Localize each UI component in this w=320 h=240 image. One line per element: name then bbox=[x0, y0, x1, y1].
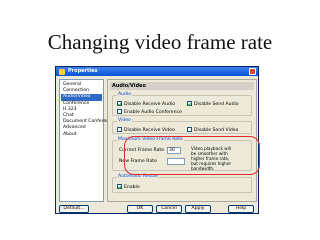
app-icon bbox=[59, 68, 65, 75]
checkbox-icon bbox=[117, 184, 122, 189]
slide-title: Changing video frame rate bbox=[47, 30, 273, 54]
ok-button[interactable]: OK bbox=[127, 205, 153, 213]
cancel-button[interactable]: Cancel bbox=[156, 205, 182, 213]
tree-item-about[interactable]: About bbox=[61, 132, 102, 138]
dialog-title: Properties bbox=[68, 68, 98, 74]
disable-send-audio-checkbox[interactable]: Disable Send Audio bbox=[187, 101, 239, 108]
close-button[interactable] bbox=[249, 68, 256, 75]
checkbox-icon bbox=[117, 101, 122, 106]
default-button[interactable]: Default... bbox=[59, 205, 89, 213]
video-group-title: Video bbox=[117, 118, 132, 124]
checkbox-icon bbox=[187, 101, 192, 106]
enable-audio-conference-checkbox[interactable]: Enable Audio Conference bbox=[117, 109, 182, 116]
video-group: Video Disable Receive Video Disable Send… bbox=[112, 118, 252, 134]
panel-header: Audio/Video bbox=[110, 82, 254, 90]
checkbox-icon bbox=[117, 109, 122, 114]
help-button[interactable]: Help bbox=[228, 205, 254, 213]
apply-button[interactable]: Apply bbox=[185, 205, 211, 213]
checkbox-icon bbox=[117, 127, 122, 132]
dialog-titlebar: Properties bbox=[56, 67, 258, 76]
frame-rate-highlight-outline bbox=[124, 136, 260, 175]
disable-receive-video-checkbox[interactable]: Disable Receive Video bbox=[117, 127, 175, 134]
checkbox-icon bbox=[187, 127, 192, 132]
audio-group: Audio Disable Receive Audio Disable Send… bbox=[112, 92, 252, 116]
disable-send-video-checkbox[interactable]: Disable Send Video bbox=[187, 127, 238, 134]
enable-auto-resize-checkbox[interactable]: Enable bbox=[117, 184, 140, 191]
automatic-resize-group: Automatic Resize Enable bbox=[112, 174, 252, 193]
disable-receive-audio-checkbox[interactable]: Disable Receive Audio bbox=[117, 101, 175, 108]
audio-group-title: Audio bbox=[117, 92, 133, 98]
category-tree: General Connection Audio/Video Conferenc… bbox=[59, 79, 115, 202]
